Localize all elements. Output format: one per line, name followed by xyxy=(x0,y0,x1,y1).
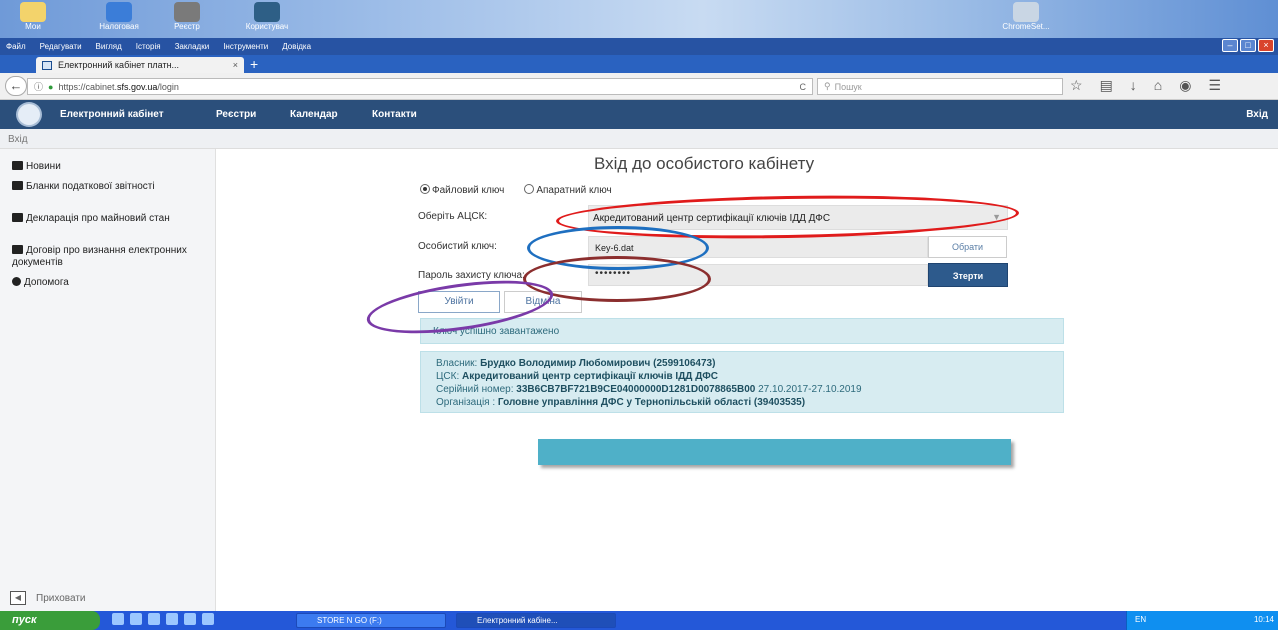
printer-icon xyxy=(174,2,200,22)
sidebar-item-declaration[interactable]: Декларація про майновий стан xyxy=(12,213,202,225)
back-button[interactable]: ← xyxy=(5,76,27,96)
desktop-icon-tax[interactable]: Налоговая xyxy=(92,0,146,31)
help-icon xyxy=(12,277,21,286)
new-tab-button[interactable]: + xyxy=(250,56,258,72)
menu-history[interactable]: Історія xyxy=(136,42,161,51)
pocket-icon[interactable]: ◉ xyxy=(1179,77,1191,94)
document-icon xyxy=(12,213,23,222)
address-bar[interactable]: ⓘ ● https://cabinet.sfs.gov.ua/login C xyxy=(27,78,813,95)
ca-line: ЦСК: Акредитований центр сертифікації кл… xyxy=(436,371,718,382)
newspaper-icon xyxy=(12,161,23,170)
organization-line: Організація : Головне управління ДФС у Т… xyxy=(436,397,806,408)
site-header: Електронний кабінет Реєстри Календар Кон… xyxy=(0,100,1278,129)
file-icon xyxy=(12,181,23,190)
decorative-bar xyxy=(538,439,1011,465)
key-type-selector: Файловий ключ Апаратний ключ xyxy=(420,184,612,196)
certificate-info: Власник: Брудко Володимир Любомирович (2… xyxy=(420,351,1064,413)
radio-checked-icon xyxy=(420,184,430,194)
browser-icon xyxy=(106,2,132,22)
toolbar-icons: ☆ ▤ ↓ ⌂ ◉ ☰ xyxy=(1070,77,1221,94)
menu-edit[interactable]: Редагувати xyxy=(40,42,82,51)
clock: 10:14 xyxy=(1253,615,1274,624)
close-icon[interactable]: × xyxy=(1258,39,1274,52)
desktop-background: Мои Налоговая Реєстр Користувач ChromeSe… xyxy=(0,0,1278,38)
tab-bar: Електронний кабінет платн... × + xyxy=(0,55,1278,73)
taskbar: пуск STORE N GO (F:) Електронний кабіне.… xyxy=(0,611,1278,630)
page-title: Вхід до особистого кабінету xyxy=(594,154,815,173)
system-tray: EN 10:14 xyxy=(1126,611,1278,630)
ie-icon[interactable] xyxy=(130,613,142,625)
url-text: https://cabinet.sfs.gov.ua/login xyxy=(58,81,179,92)
sidebar-item-agreement[interactable]: Договір про визнання електронних докумен… xyxy=(12,245,202,269)
sfs-logo-icon[interactable] xyxy=(16,102,42,127)
sidebar-item-tax-forms[interactable]: Бланки податкової звітності xyxy=(12,181,202,193)
site-name[interactable]: Електронний кабінет xyxy=(60,109,164,120)
key-loaded-message: Ключ успішно завантажено xyxy=(420,318,1064,344)
installer-icon xyxy=(1013,2,1039,22)
reload-icon[interactable]: C xyxy=(800,82,807,92)
collapse-icon: ◀ xyxy=(10,591,26,605)
page-favicon-icon xyxy=(42,60,52,70)
desktop-icon-registry[interactable]: Реєстр xyxy=(160,0,214,31)
calculator-icon[interactable] xyxy=(184,613,196,625)
quick-launch xyxy=(112,613,214,625)
serial-line: Серійний номер: 33B6CB7BF721B9CE04000000… xyxy=(436,384,862,395)
hide-sidebar-button[interactable]: ◀ Приховати xyxy=(10,591,86,605)
desktop-icon-user[interactable]: Користувач xyxy=(240,0,294,31)
minimize-icon[interactable]: – xyxy=(1222,39,1238,52)
sidebar-item-help[interactable]: Допомога xyxy=(12,277,202,289)
firefox-icon[interactable] xyxy=(148,613,160,625)
download-icon[interactable]: ↓ xyxy=(1130,77,1137,94)
language-indicator[interactable]: EN xyxy=(1135,615,1146,624)
menu-file[interactable]: Файл xyxy=(6,42,26,51)
nav-registries[interactable]: Реєстри xyxy=(216,109,256,120)
menu-help[interactable]: Довідка xyxy=(282,42,311,51)
radio-unchecked-icon xyxy=(524,184,535,194)
choose-key-button[interactable]: Обрати xyxy=(928,236,1007,258)
menu-bookmarks[interactable]: Закладки xyxy=(175,42,210,51)
erase-button[interactable]: Зтерти xyxy=(928,263,1008,287)
pen-icon xyxy=(254,2,280,22)
navigation-bar: ← ⓘ ● https://cabinet.sfs.gov.ua/login C… xyxy=(0,73,1278,100)
sidebar: Новини Бланки податкової звітності Декла… xyxy=(0,149,216,611)
tab-close-icon[interactable]: × xyxy=(233,60,238,70)
folder-icon xyxy=(20,2,46,22)
password-label: Пароль захисту ключа: xyxy=(418,270,525,281)
task-firefox[interactable]: Електронний кабіне... xyxy=(456,613,616,628)
tab-title: Електронний кабінет платн... xyxy=(58,60,180,70)
sidebar-item-news[interactable]: Новини xyxy=(12,161,202,173)
home-icon[interactable]: ⌂ xyxy=(1154,77,1162,94)
lock-icon: ● xyxy=(48,81,54,92)
ca-label: Оберіть АЦСК: xyxy=(418,211,488,222)
maximize-icon[interactable]: □ xyxy=(1240,39,1256,52)
nav-calendar[interactable]: Календар xyxy=(290,109,338,120)
owner-line: Власник: Брудко Володимир Любомирович (2… xyxy=(436,358,716,369)
show-desktop-icon[interactable] xyxy=(112,613,124,625)
menu-bar: Файл Редагувати Вигляд Історія Закладки … xyxy=(0,38,1278,55)
nav-contacts[interactable]: Контакти xyxy=(372,109,417,120)
menu-view[interactable]: Вигляд xyxy=(96,42,122,51)
search-input[interactable]: ⚲ Пошук xyxy=(817,78,1063,95)
tab-cabinet[interactable]: Електронний кабінет платн... × xyxy=(36,57,244,73)
search-icon: ⚲ xyxy=(824,81,831,91)
desktop-icon-chromeset[interactable]: ChromeSet... xyxy=(986,0,1066,31)
menu-tools[interactable]: Інструменти xyxy=(223,42,268,51)
radio-file-key[interactable]: Файловий ключ xyxy=(420,184,504,196)
window-controls: – □ × xyxy=(1222,39,1274,52)
info-icon[interactable]: ⓘ xyxy=(34,80,43,93)
radio-hardware-key[interactable]: Апаратний ключ xyxy=(524,184,612,196)
desktop-icon-my[interactable]: Мои xyxy=(6,0,60,31)
menu-icon[interactable]: ☰ xyxy=(1208,77,1221,94)
key-label: Особистий ключ: xyxy=(418,241,497,252)
login-link[interactable]: Вхід xyxy=(1246,109,1268,120)
bookmark-star-icon[interactable]: ☆ xyxy=(1070,77,1083,94)
reader-icon[interactable]: ▤ xyxy=(1100,77,1113,94)
breadcrumb: Вхід xyxy=(0,129,1278,149)
explorer-icon[interactable] xyxy=(166,613,178,625)
chrome-icon[interactable] xyxy=(202,613,214,625)
start-button[interactable]: пуск xyxy=(0,611,100,630)
task-store-n-go[interactable]: STORE N GO (F:) xyxy=(296,613,446,628)
contract-icon xyxy=(12,245,23,254)
